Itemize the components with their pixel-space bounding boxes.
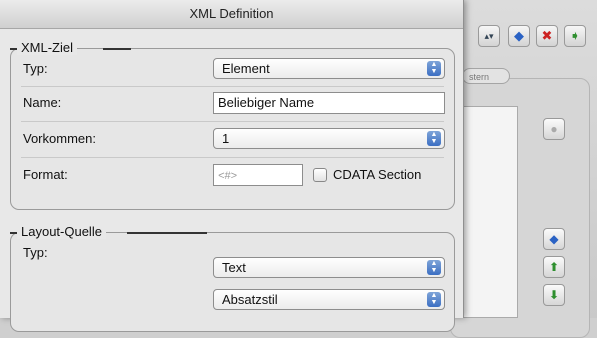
move-up-button[interactable]: ⬆ xyxy=(543,256,565,278)
background-tab[interactable]: stern xyxy=(462,68,510,84)
popup-stepper-icon: ▲ ▼ xyxy=(427,292,441,307)
layout-source-group-title: Layout-Quelle xyxy=(17,224,106,239)
popup-stepper-icon: ▲ ▼ xyxy=(427,260,441,275)
xml-target-group-title: XML-Ziel xyxy=(17,40,78,55)
layout-type-popup-value: Text xyxy=(222,260,246,275)
xml-definition-dialog: XML Definition XML-Ziel Typ: Element ▲ ▼ … xyxy=(0,0,464,332)
format-placeholder: <#> xyxy=(218,170,237,182)
type-popup-value: Element xyxy=(222,61,270,76)
stepper-icon[interactable]: ▴▾ xyxy=(478,25,500,47)
name-field[interactable]: Beliebiger Name xyxy=(213,92,445,114)
cdata-label[interactable]: CDATA Section xyxy=(333,167,421,182)
paragraph-style-popup-value: Absatzstil xyxy=(222,292,278,307)
disabled-dot-button[interactable]: ● xyxy=(543,118,565,140)
layout-type-label: Typ: xyxy=(23,245,48,260)
occurrence-popup-value: 1 xyxy=(222,131,230,146)
occurrence-label: Vorkommen: xyxy=(23,131,96,146)
add-diamond-button[interactable]: ◆ xyxy=(508,25,530,47)
type-label: Typ: xyxy=(23,61,48,76)
dialog-title: XML Definition xyxy=(0,0,463,29)
occurrence-popup[interactable]: 1 ▲ ▼ xyxy=(213,128,445,149)
next-arrow-button[interactable]: ➧ xyxy=(564,25,586,47)
add-item-button[interactable]: ◆ xyxy=(543,228,565,250)
move-down-button[interactable]: ⬇ xyxy=(543,284,565,306)
format-field[interactable]: <#> xyxy=(213,164,303,186)
cdata-checkbox[interactable] xyxy=(313,168,327,182)
type-popup[interactable]: Element ▲ ▼ xyxy=(213,58,445,79)
xml-target-group: XML-Ziel Typ: Element ▲ ▼ Name: Beliebige… xyxy=(10,40,455,210)
name-label: Name: xyxy=(23,95,62,110)
delete-button[interactable]: ✖ xyxy=(536,25,558,47)
layout-source-group: Layout-Quelle Typ: Text ▲ ▼ Absatzstil ▲ ▼ xyxy=(10,224,455,332)
background-list[interactable] xyxy=(456,106,518,318)
layout-type-popup[interactable]: Text ▲ ▼ xyxy=(213,257,445,278)
popup-stepper-icon: ▲ ▼ xyxy=(427,131,441,146)
paragraph-style-popup[interactable]: Absatzstil ▲ ▼ xyxy=(213,289,445,310)
popup-stepper-icon: ▲ ▼ xyxy=(427,61,441,76)
format-label: Format: xyxy=(23,167,68,182)
